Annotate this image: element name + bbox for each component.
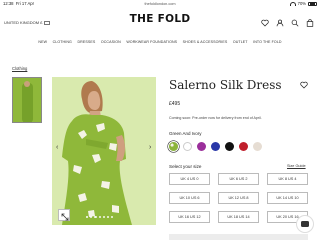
prev-image-chevron-icon[interactable]: ‹ [56, 144, 58, 151]
next-image-chevron-icon[interactable]: › [149, 144, 151, 151]
pagination-dot[interactable] [106, 216, 110, 219]
product-main-image[interactable] [52, 77, 156, 225]
size-label: Select your size [169, 164, 202, 169]
nav-item-outlet[interactable]: OUTLET [233, 40, 248, 48]
battery-icon [308, 1, 317, 6]
pagination-dot[interactable] [90, 216, 93, 219]
swatch-stone[interactable] [253, 142, 262, 151]
url-display[interactable]: thefoldlondon.com [0, 2, 320, 7]
swatch-black[interactable] [225, 142, 234, 151]
colour-swatches [169, 142, 262, 151]
swatch-blue[interactable] [211, 142, 220, 151]
thumbnail-head [24, 81, 30, 87]
size-option-uk8[interactable]: UK 8 US 4 [267, 173, 308, 185]
size-grid: UK 4 US 0 UK 6 US 2 UK 8 US 4 UK 10 US 6… [169, 173, 308, 223]
preorder-note: Coming soon: Pre-order now for delivery … [169, 116, 262, 120]
pagination-dot[interactable] [94, 216, 97, 219]
bag-icon[interactable] [306, 19, 314, 27]
size-guide-link[interactable]: Size Guide [287, 164, 306, 168]
expand-image-button[interactable] [58, 209, 70, 221]
main-navigation: NEW CLOTHING DRESSES OCCASION WORKWEAR F… [0, 40, 320, 48]
status-indicators: 70% [289, 0, 317, 7]
chat-icon [301, 221, 309, 227]
size-option-uk6[interactable]: UK 6 US 2 [218, 173, 259, 185]
header-actions [261, 19, 314, 27]
add-to-bag-button[interactable] [169, 234, 308, 240]
product-title: Salerno Silk Dress [169, 78, 282, 92]
nav-item-new[interactable]: NEW [38, 40, 47, 48]
swatch-white[interactable] [183, 142, 192, 151]
thumbnail-dress [22, 83, 33, 122]
expand-icon [61, 213, 69, 221]
pagination-dot[interactable] [86, 216, 89, 219]
selected-colour-name: Green And Ivory [169, 131, 202, 136]
status-bar: 12:38 Fri 17 Apr thefoldlondon.com 70% [0, 0, 320, 7]
swatch-purple[interactable] [197, 142, 206, 151]
product-price: £495 [169, 101, 181, 107]
nav-item-clothing[interactable]: CLOTHING [53, 40, 72, 48]
account-icon[interactable] [276, 19, 284, 27]
wifi-icon [289, 1, 296, 6]
wishlist-icon[interactable] [261, 19, 269, 27]
chat-button[interactable] [296, 215, 314, 233]
size-option-uk10[interactable]: UK 10 US 6 [169, 192, 210, 204]
nav-item-into-the-fold[interactable]: INTO THE FOLD [253, 40, 282, 48]
size-option-uk16[interactable]: UK 16 US 12 [169, 211, 210, 223]
size-option-uk4[interactable]: UK 4 US 0 [169, 173, 210, 185]
nav-item-occasion[interactable]: OCCASION [101, 40, 121, 48]
add-to-wishlist-icon[interactable] [300, 81, 308, 89]
swatch-red[interactable] [239, 142, 248, 151]
battery-percent: 70% [297, 1, 306, 6]
breadcrumb[interactable]: Clothing [12, 66, 27, 71]
pagination-dot[interactable] [102, 216, 105, 219]
nav-item-shoes-accessories[interactable]: SHOES & ACCESSORIES [183, 40, 228, 48]
size-option-uk14[interactable]: UK 14 US 10 [267, 192, 308, 204]
site-header: UNITED KINGDOM £ THE FOLD [0, 10, 320, 36]
pagination-dot[interactable] [111, 216, 114, 219]
search-icon[interactable] [291, 19, 299, 27]
swatch-green-and-ivory[interactable] [169, 142, 178, 151]
gallery-thumbnail[interactable] [12, 77, 42, 123]
size-option-uk18[interactable]: UK 18 US 14 [218, 211, 259, 223]
nav-item-dresses[interactable]: DRESSES [77, 40, 95, 48]
product-photo [52, 77, 156, 225]
pagination-dot[interactable] [98, 216, 101, 219]
nav-item-workwear[interactable]: WORKWEAR FOUNDATIONS [126, 40, 177, 48]
size-option-uk12[interactable]: UK 12 US 8 [218, 192, 259, 204]
image-pagination [86, 216, 114, 219]
